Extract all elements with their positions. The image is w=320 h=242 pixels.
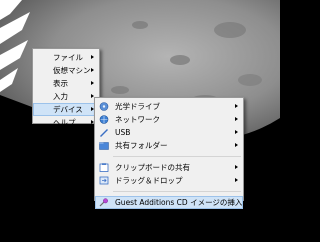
menu-item-label: 表示 (53, 79, 68, 88)
submenu-arrow-icon (235, 117, 238, 121)
menu-item-label: 入力 (53, 92, 68, 101)
menu-item-label: デバイス (53, 105, 83, 114)
shared-folder-icon (99, 142, 109, 150)
menu-item-label: ファイル (53, 53, 83, 62)
submenu-arrow-icon (91, 81, 94, 85)
submenu-item-label: ネットワーク (115, 115, 160, 124)
network-icon (99, 115, 109, 124)
usb-icon (100, 129, 108, 137)
submenu-item-shared-clipboard[interactable]: クリップボードの共有 (95, 161, 243, 174)
submenu-arrow-icon (235, 104, 238, 108)
submenu-arrow-icon (235, 130, 238, 134)
menu-item-help[interactable]: ヘルプ (33, 116, 99, 129)
submenu-item-optical-drives[interactable]: 光学ドライブ (95, 100, 243, 113)
submenu-item-network[interactable]: ネットワーク (95, 113, 243, 126)
main-context-menu: ファイル 仮想マシン 表示 入力 デバイス ヘルプ (32, 48, 100, 127)
submenu-item-usb[interactable]: USB (95, 126, 243, 139)
menu-item-label: 仮想マシン (53, 66, 91, 75)
menu-item-devices[interactable]: デバイス (33, 103, 99, 116)
guest-additions-icon (99, 198, 108, 207)
submenu-arrow-icon (235, 165, 238, 169)
menu-item-machine[interactable]: 仮想マシン (33, 64, 99, 77)
menu-item-label: ヘルプ (53, 118, 76, 127)
submenu-item-label: Guest Additions CD イメージの挿入... (115, 198, 250, 207)
submenu-item-shared-folders[interactable]: 共有フォルダー (95, 139, 243, 152)
submenu-arrow-icon (235, 178, 238, 182)
menu-separator (113, 156, 241, 157)
submenu-item-label: 共有フォルダー (115, 141, 168, 150)
devices-submenu: 光学ドライブ ネットワーク USB 共有フォルダー クリップボードの共有 ドラッ… (94, 97, 250, 209)
submenu-arrow-icon (91, 55, 94, 59)
clipboard-icon (99, 163, 109, 172)
submenu-item-insert-guest-additions[interactable]: Guest Additions CD イメージの挿入... (95, 196, 250, 209)
menu-item-input[interactable]: 入力 (33, 90, 99, 103)
menu-item-view[interactable]: 表示 (33, 77, 99, 90)
submenu-item-label: クリップボードの共有 (115, 163, 190, 172)
submenu-item-drag-and-drop[interactable]: ドラッグ＆ドロップ (95, 174, 243, 187)
submenu-item-label: USB (115, 128, 131, 137)
submenu-arrow-icon (235, 143, 238, 147)
menu-separator (113, 191, 241, 192)
submenu-arrow-icon (91, 68, 94, 72)
optical-drive-icon (99, 102, 109, 111)
submenu-item-label: 光学ドライブ (115, 102, 160, 111)
drag-drop-icon (99, 176, 109, 185)
menu-item-file[interactable]: ファイル (33, 51, 99, 64)
submenu-item-label: ドラッグ＆ドロップ (115, 176, 183, 185)
